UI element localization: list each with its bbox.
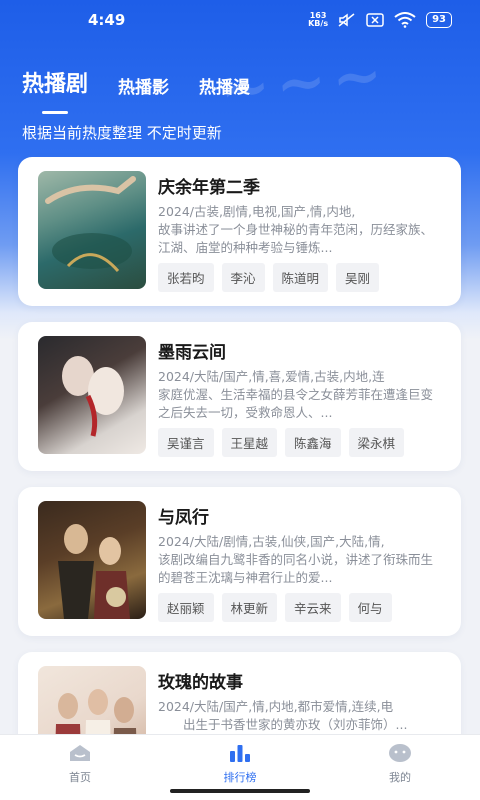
- tab-hot-dramas[interactable]: 热播剧: [22, 66, 88, 108]
- actor-tag[interactable]: 王星越: [221, 428, 278, 457]
- item-title: 庆余年第二季: [158, 178, 260, 198]
- item-meta: 2024/大陆/剧情,古装,仙侠,国产,大陆,情,: [158, 534, 385, 549]
- actor-tag[interactable]: 吴刚: [336, 263, 380, 292]
- actor-tag[interactable]: 张若昀: [158, 263, 214, 292]
- actor-tag[interactable]: 吴谨言: [158, 428, 214, 457]
- nav-home[interactable]: 首页: [0, 735, 160, 800]
- nav-ranking-label: 排行榜: [223, 771, 257, 784]
- status-time: 4:49: [88, 11, 126, 29]
- item-description: 故事讲述了一个身世神秘的青年范闲，历经家族、江湖、庙堂的种种考验与锤炼...: [158, 222, 434, 255]
- actor-tag[interactable]: 林更新: [221, 593, 278, 622]
- item-description: 该剧改编自九鹭非香的同名小说，讲述了衔珠而生的碧苍王沈璃与神君行止的爱...: [158, 552, 434, 585]
- item-title: 与凤行: [158, 508, 209, 528]
- actor-tag[interactable]: 何与: [348, 593, 392, 622]
- network-speed: 163 KB/s: [308, 11, 329, 28]
- poster-image: [38, 171, 146, 289]
- home-icon: [68, 743, 92, 763]
- status-bar: 4:49 163 KB/s 93: [0, 0, 480, 40]
- poster-image: [38, 501, 146, 619]
- actor-list: 张若昀 李沁 陈道明 吴刚: [158, 263, 443, 292]
- sim-disabled-icon: [366, 13, 384, 27]
- mute-icon: [338, 13, 356, 27]
- list-item[interactable]: 与凤行 2024/大陆/剧情,古装,仙侠,国产,大陆,情, 该剧改编自九鹭非香的…: [18, 487, 461, 636]
- page-subtitle: 根据当前热度整理 不定时更新: [22, 124, 222, 142]
- actor-list: 吴谨言 王星越 陈鑫海 梁永棋: [158, 428, 443, 457]
- gesture-bar[interactable]: [170, 789, 310, 793]
- nav-profile-label: 我的: [389, 771, 411, 784]
- item-title: 玫瑰的故事: [158, 673, 243, 693]
- actor-tag[interactable]: 辛云来: [285, 593, 341, 622]
- item-meta: 2024/大陆/国产,情,喜,爱情,古装,内地,连: [158, 369, 385, 384]
- actor-tag[interactable]: 李沁: [221, 263, 265, 292]
- actor-list: 赵丽颖 林更新 辛云来 何与: [158, 593, 443, 622]
- nav-home-label: 首页: [69, 771, 91, 784]
- item-meta: 2024/古装,剧情,电视,国产,情,内地,: [158, 204, 356, 219]
- category-tabs: 热播剧 热播影 热播漫: [22, 66, 250, 108]
- battery-indicator: 93: [426, 12, 452, 28]
- item-description: 家庭优渥、生活幸福的县令之女薛芳菲在遭逢巨变之后失去一切，受救命恩人、...: [158, 387, 434, 420]
- tab-hot-anime[interactable]: 热播漫: [199, 73, 250, 108]
- actor-tag[interactable]: 梁永棋: [348, 428, 405, 457]
- actor-tag[interactable]: 赵丽颖: [158, 593, 214, 622]
- nav-profile[interactable]: 我的: [320, 735, 480, 800]
- item-title: 墨雨云间: [158, 343, 226, 363]
- profile-icon: [388, 743, 412, 763]
- wifi-icon: [394, 12, 416, 28]
- item-meta: 2024/大陆/国产,情,内地,都市爱情,连续,电: [158, 699, 394, 714]
- ranking-icon: [228, 743, 252, 763]
- tab-hot-movies[interactable]: 热播影: [118, 73, 169, 108]
- poster-image: [38, 336, 146, 454]
- actor-tag[interactable]: 陈道明: [272, 263, 329, 292]
- list-item[interactable]: 庆余年第二季 2024/古装,剧情,电视,国产,情,内地, 故事讲述了一个身世神…: [18, 157, 461, 306]
- actor-tag[interactable]: 陈鑫海: [285, 428, 341, 457]
- list-item[interactable]: 墨雨云间 2024/大陆/国产,情,喜,爱情,古装,内地,连 家庭优渥、生活幸福…: [18, 322, 461, 471]
